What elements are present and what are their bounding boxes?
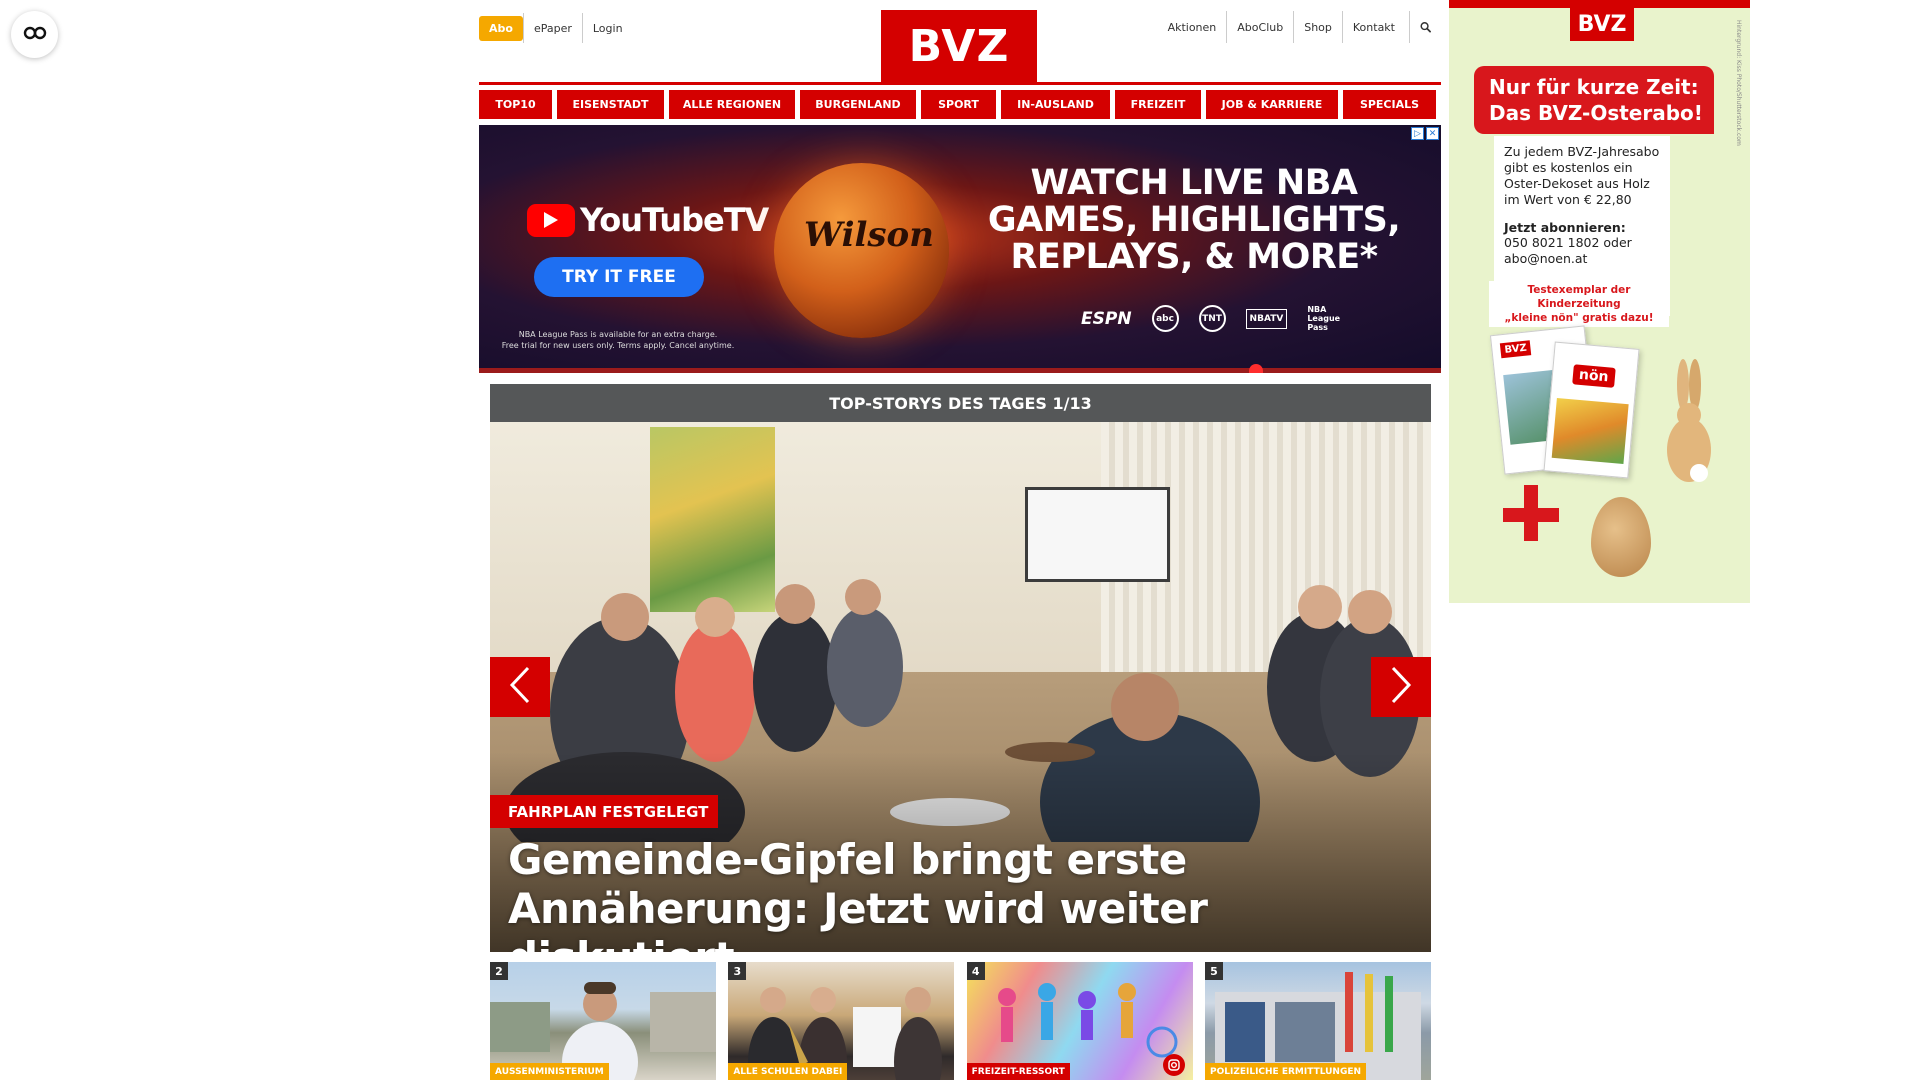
ball-brand-text: Wilson bbox=[804, 215, 934, 255]
side-ad[interactable]: BVZ Hintergrund: Kiss Photo/Shutterstock… bbox=[1449, 0, 1750, 603]
tnt-logo: TNT bbox=[1198, 305, 1226, 332]
site-header: Abo ePaper Login BVZ Aktionen AboClub Sh… bbox=[479, 0, 1441, 85]
nav-item-freizeit[interactable]: FREIZEIT bbox=[1115, 90, 1201, 119]
plus-icon bbox=[1503, 485, 1563, 545]
newspaper-logo: BVZ bbox=[1499, 340, 1532, 359]
ad-progress-bar bbox=[479, 368, 1441, 373]
thumb-category: ALLE SCHULEN DABEI bbox=[728, 1063, 848, 1080]
shop-link[interactable]: Shop bbox=[1293, 11, 1342, 43]
league-pass-logo: NBA League Pass bbox=[1307, 305, 1341, 332]
hero-kicker[interactable]: FAHRPLAN FESTGELEGT bbox=[490, 795, 719, 828]
glasses-icon bbox=[23, 25, 47, 44]
kids-paper-photo bbox=[1551, 397, 1629, 464]
instagram-icon[interactable] bbox=[1162, 1054, 1185, 1076]
nav-item-job-karriere[interactable]: JOB & KARRIERE bbox=[1206, 90, 1338, 119]
accessibility-button[interactable] bbox=[11, 11, 58, 58]
story-thumb[interactable]: 4 FREIZEIT-RESSORT bbox=[966, 962, 1193, 1080]
abo-button[interactable]: Abo bbox=[479, 15, 523, 41]
play-icon bbox=[527, 203, 575, 237]
nav-item-in-ausland[interactable]: IN-AUSLAND bbox=[1001, 90, 1110, 119]
carousel-next-button[interactable] bbox=[1371, 657, 1431, 717]
chevron-left-icon bbox=[509, 666, 531, 708]
ad-progress-marker bbox=[1249, 364, 1263, 373]
epaper-link[interactable]: ePaper bbox=[522, 13, 582, 43]
search-icon[interactable] bbox=[1409, 11, 1441, 43]
side-ad-credit: Hintergrund: Kiss Photo/Shutterstock.com bbox=[1735, 20, 1742, 146]
ad-headline: WATCH LIVE NBA GAMES, HIGHLIGHTS, REPLAY… bbox=[979, 165, 1409, 276]
thumb-number: 2 bbox=[490, 962, 508, 980]
utility-nav-left: Abo ePaper Login bbox=[479, 13, 633, 43]
ad-headline-line-1: WATCH LIVE NBA bbox=[1030, 163, 1358, 203]
nav-item-eisenstadt[interactable]: EISENSTADT bbox=[557, 90, 664, 119]
ad-fine-print-line-2: Free trial for new users only. Terms app… bbox=[501, 341, 735, 350]
thumb-category: AUSSENMINISTERIUM bbox=[490, 1063, 609, 1080]
ad-info-icon[interactable]: ▷ bbox=[1411, 127, 1424, 140]
main-nav: TOP10 EISENSTADT ALLE REGIONEN BURGENLAN… bbox=[479, 90, 1441, 120]
top-stories-carousel: TOP-STORYS DES TAGES 1/13 FAHRPLAN FESTG… bbox=[490, 384, 1431, 952]
story-thumb[interactable]: 5 POLIZEILICHE ERMITTLUNGEN bbox=[1204, 962, 1431, 1080]
story-thumb[interactable]: 3 ALLE SCHULEN DABEI bbox=[728, 962, 955, 1080]
abc-logo: abc bbox=[1151, 305, 1179, 332]
side-ad-body: Zu jedem BVZ-Jahresabo gibt es kostenlos… bbox=[1504, 144, 1660, 207]
youtube-tv-logo: YouTubeTV bbox=[527, 201, 769, 239]
thumb-number: 4 bbox=[966, 962, 985, 980]
aboclub-link[interactable]: AboClub bbox=[1226, 11, 1293, 43]
nav-item-top10[interactable]: TOP10 bbox=[479, 90, 552, 119]
network-logos: ESPN abc TNT NBATV NBA League Pass bbox=[1081, 305, 1341, 332]
side-ad-banner: Nur für kurze Zeit: Das BVZ-Osterabo! bbox=[1474, 66, 1714, 134]
story-thumb[interactable]: 2 AUSSENMINISTERIUM bbox=[490, 962, 716, 1080]
nav-item-sport[interactable]: SPORT bbox=[921, 90, 996, 119]
nav-item-burgenland[interactable]: BURGENLAND bbox=[800, 90, 916, 119]
carousel-heading: TOP-STORYS DES TAGES 1/13 bbox=[490, 384, 1431, 422]
side-ad-subhead: Jetzt abonnieren: bbox=[1504, 220, 1626, 235]
egg-decoration bbox=[1591, 497, 1651, 577]
side-ad-banner-line-2: Das BVZ-Osterabo! bbox=[1489, 101, 1703, 125]
carousel-prev-button[interactable] bbox=[490, 657, 550, 717]
side-ad-note-line-1: Testexemplar der Kinderzeitung bbox=[1527, 284, 1631, 310]
bunny-decoration bbox=[1667, 359, 1711, 482]
ad-choices[interactable]: ▷ ✕ bbox=[1411, 127, 1439, 140]
logo-text: BVZ bbox=[908, 21, 1010, 72]
story-thumbnails: 2 AUSSENMINISTERIUM 3 ALLE SCHULEN DABEI… bbox=[490, 962, 1431, 1080]
espn-logo: ESPN bbox=[1081, 308, 1132, 329]
chevron-right-icon bbox=[1390, 666, 1412, 708]
ad-fine-print: NBA League Pass is available for an extr… bbox=[493, 329, 743, 351]
thumb-number: 5 bbox=[1204, 962, 1223, 980]
hero-story[interactable]: FAHRPLAN FESTGELEGT Gemeinde-Gipfel brin… bbox=[490, 422, 1431, 952]
login-link[interactable]: Login bbox=[581, 13, 633, 43]
header-divider bbox=[479, 82, 1441, 85]
ad-banner[interactable]: ▷ ✕ YouTubeTV TRY IT FREE NBA League Pas… bbox=[479, 125, 1441, 373]
utility-nav-right: Aktionen AboClub Shop Kontakt bbox=[1158, 11, 1441, 43]
nbatv-logo: NBATV bbox=[1245, 308, 1288, 329]
nav-item-alle-regionen[interactable]: ALLE REGIONEN bbox=[669, 90, 795, 119]
nav-item-specials[interactable]: SPECIALS bbox=[1343, 90, 1436, 119]
aktionen-link[interactable]: Aktionen bbox=[1158, 11, 1227, 43]
side-ad-email: abo@noen.at bbox=[1504, 251, 1588, 266]
ad-close-icon[interactable]: ✕ bbox=[1426, 127, 1439, 140]
ad-headline-line-3: REPLAYS, & MORE* bbox=[1010, 237, 1378, 277]
side-ad-banner-line-1: Nur für kurze Zeit: bbox=[1489, 75, 1699, 99]
hero-title[interactable]: Gemeinde-Gipfel bringt erste Annäherung:… bbox=[508, 835, 1428, 952]
youtube-tv-text: YouTubeTV bbox=[580, 201, 769, 239]
ad-headline-line-2: GAMES, HIGHLIGHTS, bbox=[987, 200, 1401, 240]
site-logo[interactable]: BVZ bbox=[881, 10, 1037, 83]
thumb-category: POLIZEILICHE ERMITTLUNGEN bbox=[1204, 1063, 1367, 1080]
kids-paper-image: nön bbox=[1543, 341, 1640, 479]
ad-cta-button[interactable]: TRY IT FREE bbox=[534, 257, 704, 297]
side-ad-note-line-2: „kleine nön" gratis dazu! bbox=[1504, 312, 1654, 324]
side-ad-logo: BVZ bbox=[1570, 8, 1634, 41]
kids-paper-logo: nön bbox=[1572, 364, 1616, 388]
kontakt-link[interactable]: Kontakt bbox=[1341, 11, 1405, 43]
side-ad-top-bar bbox=[1449, 0, 1750, 8]
ad-fine-print-line-1: NBA League Pass is available for an extr… bbox=[518, 330, 718, 339]
side-ad-note: Testexemplar der Kinderzeitung „kleine n… bbox=[1489, 281, 1669, 327]
thumb-number: 3 bbox=[728, 962, 747, 980]
side-ad-phone: 050 8021 1802 oder bbox=[1504, 235, 1632, 250]
thumb-category: FREIZEIT-RESSORT bbox=[966, 1063, 1070, 1080]
